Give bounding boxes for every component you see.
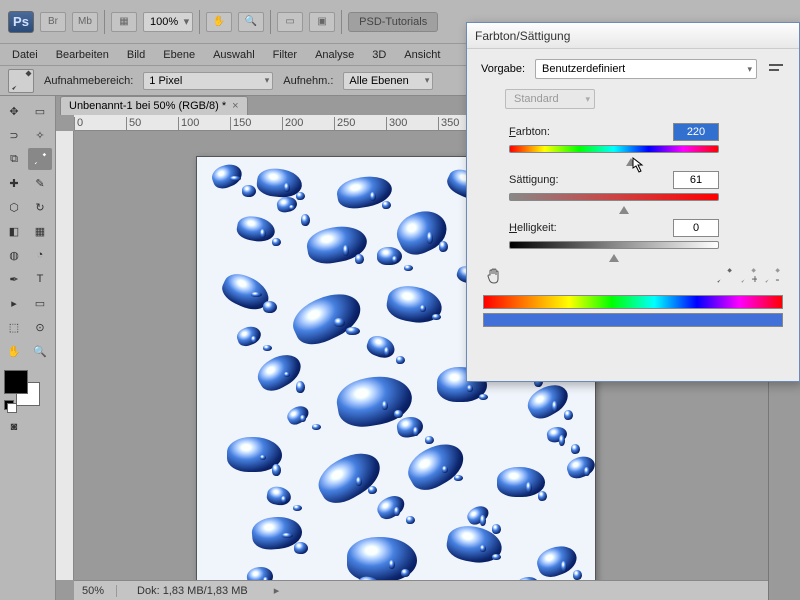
lightness-slider-thumb[interactable] <box>609 249 619 259</box>
sample-label: Aufnehm.: <box>283 75 333 87</box>
zoom-tool[interactable]: 🔍 <box>28 340 52 362</box>
hand-tool-icon[interactable]: ✋ <box>206 12 232 32</box>
quickmask-tool[interactable]: ◙ <box>2 416 26 438</box>
psd-tutorials-button[interactable]: PSD-Tutorials <box>348 12 438 32</box>
saturation-value-field[interactable]: 61 <box>673 171 719 189</box>
bridge-button[interactable]: Br <box>40 12 66 32</box>
pen-tool[interactable]: ✒ <box>2 268 26 290</box>
menu-3d[interactable]: 3D <box>372 49 386 61</box>
saturation-slider-thumb[interactable] <box>619 201 629 211</box>
eyedropper-add-icon[interactable]: + <box>739 267 757 285</box>
menu-auswahl[interactable]: Auswahl <box>213 49 255 61</box>
view-grid-icon[interactable]: ▦ <box>111 12 137 32</box>
zoom-tool-icon[interactable]: 🔍 <box>238 12 264 32</box>
sample-size-label: Aufnahmebereich: <box>44 75 133 87</box>
sample-layers-select[interactable]: Alle Ebenen <box>343 72 433 90</box>
svg-text:-: - <box>775 272 779 285</box>
lightness-label: Helligkeit: <box>509 222 557 234</box>
shape-tool[interactable]: ▭ <box>28 292 52 314</box>
saturation-label: Sättigung: <box>509 174 559 186</box>
eraser-tool[interactable]: ◧ <box>2 220 26 242</box>
hue-saturation-dialog: Farbton/Sättigung Vorgabe: Benutzerdefin… <box>466 22 800 382</box>
minibridge-button[interactable]: Mb <box>72 12 98 32</box>
screen-mode-icon[interactable]: ▣ <box>309 12 335 32</box>
type-tool[interactable]: T <box>28 268 52 290</box>
blur-tool[interactable]: ◍ <box>2 244 26 266</box>
foreground-color-swatch[interactable] <box>4 370 28 394</box>
menu-bild[interactable]: Bild <box>127 49 145 61</box>
ps-logo: Ps <box>8 11 34 33</box>
hue-spectrum-bar <box>483 295 783 309</box>
current-tool-eyedropper-icon[interactable] <box>8 69 34 93</box>
3d-camera-tool[interactable]: ⊙ <box>28 316 52 338</box>
marquee-tool[interactable]: ▭ <box>28 100 52 122</box>
hue-slider-thumb[interactable] <box>626 153 636 163</box>
channel-select[interactable]: Standard <box>505 89 595 109</box>
brush-tool[interactable]: ✎ <box>28 172 52 194</box>
menu-filter[interactable]: Filter <box>273 49 297 61</box>
status-docsize: Dok: 1,83 MB/1,83 MB <box>137 585 248 597</box>
path-select-tool[interactable]: ▸ <box>2 292 26 314</box>
arrange-icon[interactable]: ▭ <box>277 12 303 32</box>
menu-analyse[interactable]: Analyse <box>315 49 354 61</box>
saturation-slider[interactable] <box>509 193 719 201</box>
status-bar: 50% Dok: 1,83 MB/1,83 MB ▸ <box>74 580 768 600</box>
hue-slider[interactable] <box>509 145 719 153</box>
lightness-slider[interactable] <box>509 241 719 249</box>
menu-datei[interactable]: Datei <box>12 49 38 61</box>
ruler-vertical <box>56 131 74 580</box>
eyedropper-set-icon[interactable] <box>715 267 733 285</box>
stamp-tool[interactable]: ⬡ <box>2 196 26 218</box>
sample-size-select[interactable]: 1 Pixel <box>143 72 273 90</box>
status-zoom[interactable]: 50% <box>82 585 117 597</box>
zoom-select[interactable]: 100% <box>143 12 193 32</box>
3d-tool[interactable]: ⬚ <box>2 316 26 338</box>
close-tab-icon[interactable]: × <box>232 100 238 112</box>
hue-value-field[interactable]: 220 <box>673 123 719 141</box>
hue-label: Farbton: <box>509 126 550 138</box>
dodge-tool[interactable]: ◔ <box>28 244 52 266</box>
history-brush-tool[interactable]: ↻ <box>28 196 52 218</box>
color-swatches[interactable] <box>4 370 52 410</box>
move-tool[interactable]: ✥ <box>2 100 26 122</box>
dialog-titlebar[interactable]: Farbton/Sättigung <box>467 23 799 49</box>
healing-tool[interactable]: ✚ <box>2 172 26 194</box>
eyedropper-subtract-icon[interactable]: - <box>763 267 781 285</box>
preset-menu-icon[interactable] <box>767 61 785 77</box>
svg-text:+: + <box>751 272 757 285</box>
default-colors-icon[interactable] <box>4 400 18 410</box>
toolbox: ✥ ▭ ⊃ ✧ ⧉ ✚ ✎ ⬡ ↻ ◧ ▦ ◍ ◔ ✒ T ▸ ▭ ⬚ ⊙ ✋ … <box>0 96 56 600</box>
gradient-tool[interactable]: ▦ <box>28 220 52 242</box>
lightness-value-field[interactable]: 0 <box>673 219 719 237</box>
magic-wand-tool[interactable]: ✧ <box>28 124 52 146</box>
eyedropper-tool[interactable] <box>28 148 52 170</box>
menu-ansicht[interactable]: Ansicht <box>404 49 440 61</box>
menu-bearbeiten[interactable]: Bearbeiten <box>56 49 109 61</box>
lasso-tool[interactable]: ⊃ <box>2 124 26 146</box>
scrubby-hand-icon[interactable] <box>485 267 505 285</box>
crop-tool[interactable]: ⧉ <box>2 148 26 170</box>
menu-ebene[interactable]: Ebene <box>163 49 195 61</box>
document-tab[interactable]: Unbenannt-1 bei 50% (RGB/8) * × <box>60 96 248 115</box>
status-arrow-icon[interactable]: ▸ <box>274 584 280 597</box>
hand-tool[interactable]: ✋ <box>2 340 26 362</box>
result-color-bar <box>483 313 783 327</box>
preset-label: Vorgabe: <box>481 63 525 75</box>
document-tab-label: Unbenannt-1 bei 50% (RGB/8) * <box>69 100 226 112</box>
preset-select[interactable]: Benutzerdefiniert <box>535 59 757 79</box>
